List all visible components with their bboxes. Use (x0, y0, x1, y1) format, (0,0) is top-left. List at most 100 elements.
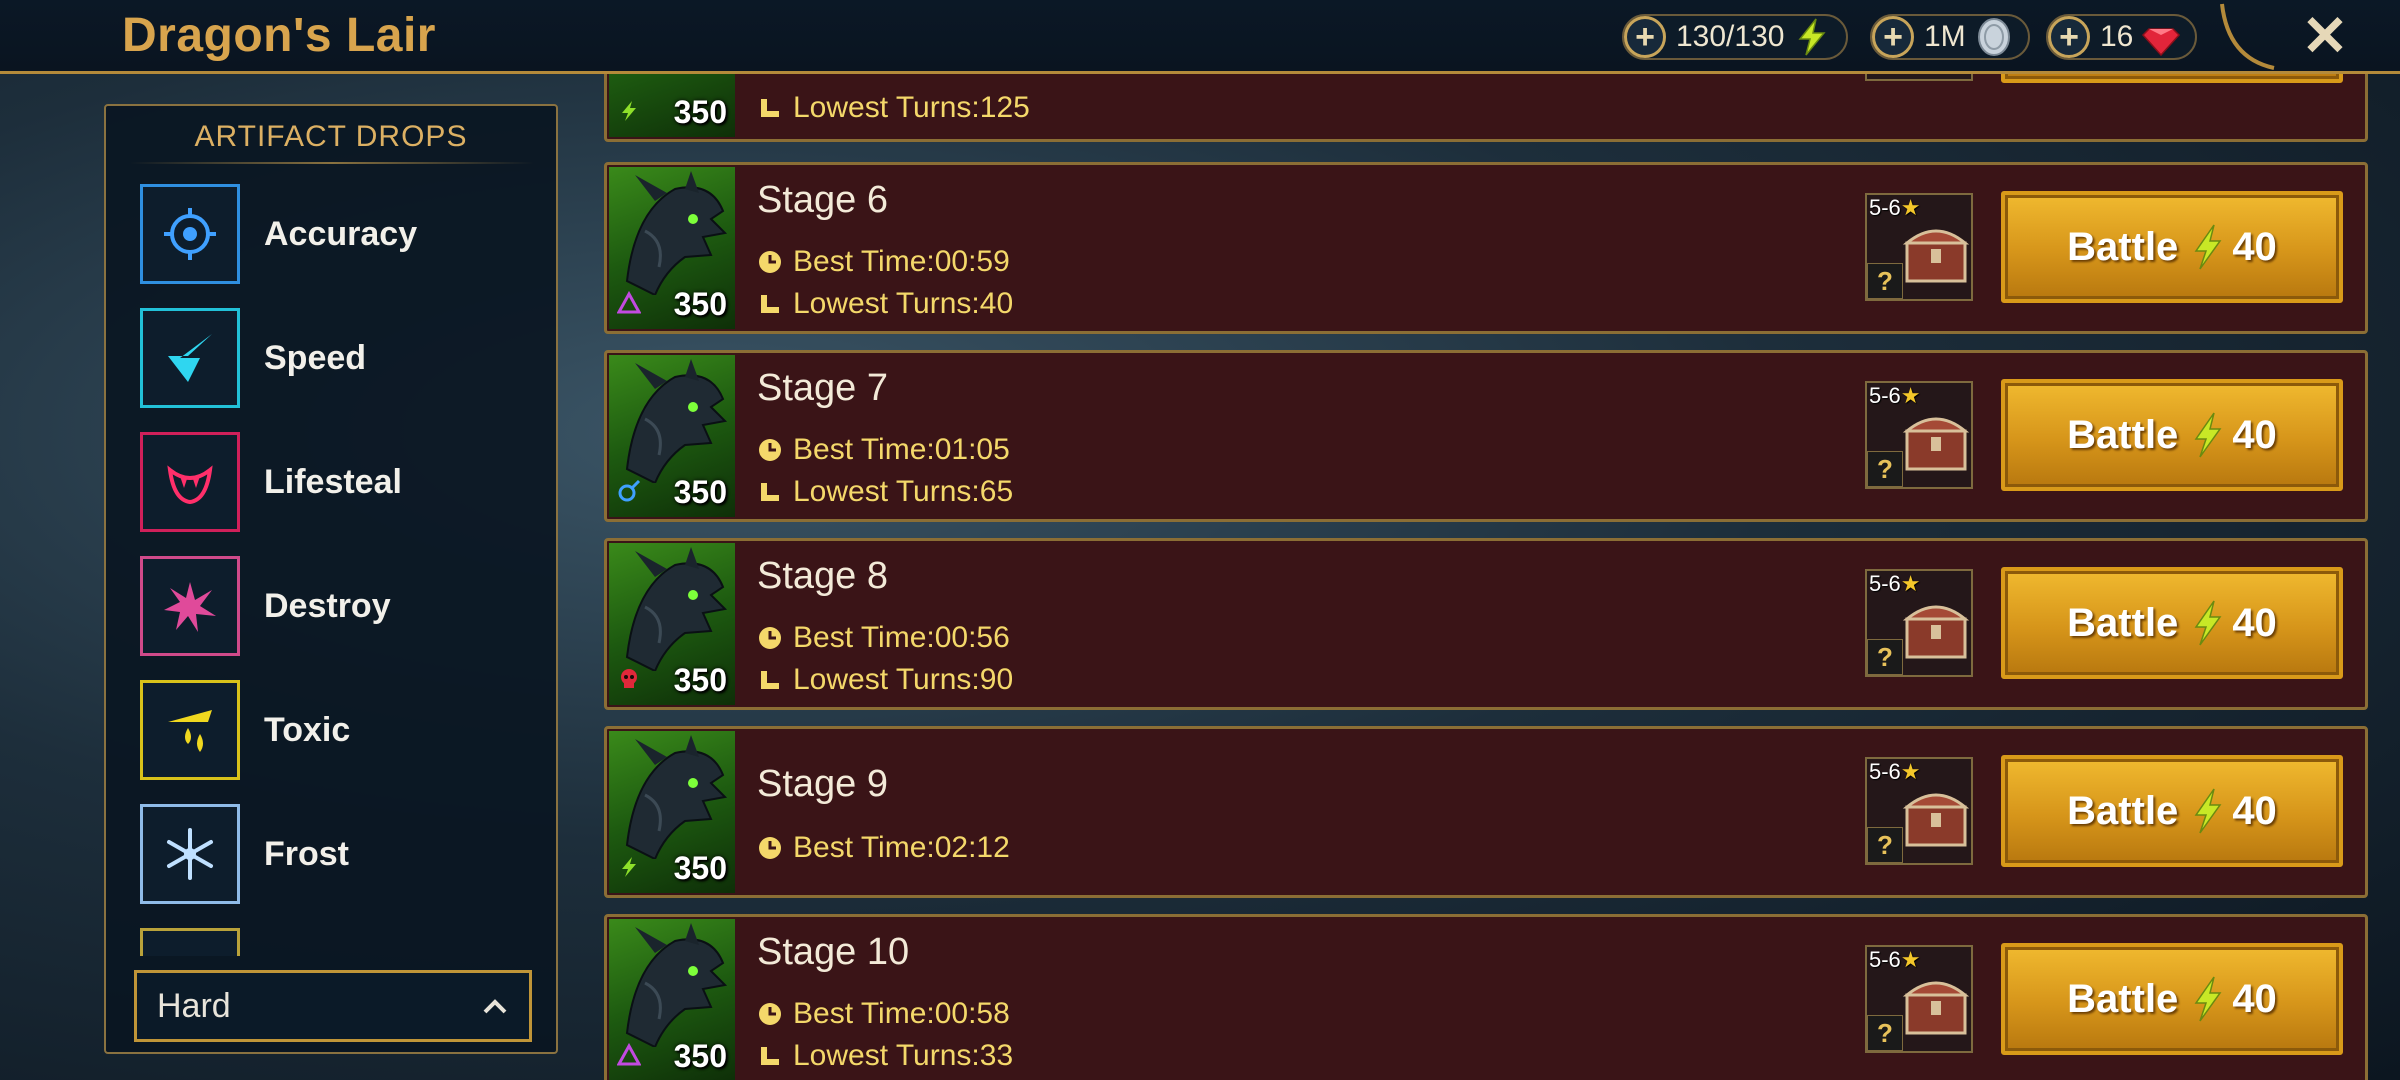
reward-chest[interactable]: ? (1865, 74, 1973, 81)
chevron-up-icon (483, 999, 507, 1014)
silver-value: 1M (1924, 20, 1966, 53)
battle-button[interactable] (2001, 74, 2343, 83)
artifact-set-accuracy[interactable]: Accuracy (140, 184, 520, 284)
frost-icon (140, 804, 240, 904)
stage-row-10: 350 Stage 10 Best Time: 00:58 Lowest Tur… (604, 914, 2368, 1080)
artifact-set-speed[interactable]: Speed (140, 308, 520, 408)
stage-row-8: 350 Stage 8 Best Time: 00:56 Lowest Turn… (604, 538, 2368, 710)
artifact-set-toxic[interactable]: Toxic (140, 680, 520, 780)
best-time-value: 00:59 (934, 245, 1010, 278)
reward-chest[interactable]: 5-6 ★ ? (1865, 757, 1973, 865)
panel-heading: ARTIFACT DROPS (194, 120, 468, 153)
chest-question: ? (1867, 1015, 1903, 1051)
lowest-turns: Lowest Turns: 65 (757, 475, 1013, 509)
gems-counter: + 16 (2046, 14, 2198, 60)
artifact-set-partial (140, 928, 240, 956)
battle-button[interactable]: Battle 40 (2001, 943, 2343, 1055)
add-gems-button[interactable]: + (2048, 16, 2090, 58)
reward-chest[interactable]: 5-6 ★ ? (1865, 193, 1973, 301)
chest-icon (1902, 981, 1970, 1035)
best-time-value: 00:58 (934, 997, 1010, 1030)
lifesteal-icon (140, 432, 240, 532)
lowest-turns-label: Lowest Turns: (793, 663, 980, 696)
reward-chest[interactable]: 5-6 ★ ? (1865, 569, 1973, 677)
heading-divider (130, 162, 534, 164)
battle-label: Battle (2067, 976, 2179, 1021)
battle-button[interactable]: Battle 40 (2001, 567, 2343, 679)
lowest-turns: Lowest Turns: 125 (757, 91, 1030, 125)
reward-chest[interactable]: 5-6 ★ ? (1865, 381, 1973, 489)
best-time-value: 00:56 (934, 621, 1010, 654)
force-affinity-icon (622, 857, 636, 877)
dragon-portrait-icon (625, 171, 728, 295)
clock-icon (759, 251, 781, 273)
boss-power: 350 (673, 850, 727, 886)
battle-label: Battle (2067, 788, 2179, 833)
artifact-set-frost[interactable]: Frost (140, 804, 520, 904)
stage-row-9: 350 Stage 9 Best Time: 02:12 5-6 ★ ? Batt… (604, 726, 2368, 898)
silver-coin-icon (1977, 18, 2010, 56)
clock-icon (759, 1003, 781, 1025)
battle-button[interactable]: Battle 40 (2001, 191, 2343, 303)
stage-title: Stage 7 (757, 367, 888, 409)
turns-icon (761, 99, 779, 117)
energy-icon (2194, 976, 2222, 1022)
magic-affinity-icon (617, 291, 641, 314)
best-time: Best Time: 00:59 (757, 245, 1010, 279)
lowest-turns-value: 65 (979, 475, 1014, 508)
page-title: Dragon's Lair (122, 9, 436, 62)
boss-portrait: 350 (609, 355, 735, 517)
lowest-turns: Lowest Turns: 40 (757, 287, 1013, 321)
energy-icon (1798, 18, 1827, 56)
add-silver-button[interactable]: + (1872, 16, 1914, 58)
dragon-portrait-icon (625, 923, 728, 1047)
stage-list[interactable]: 350 Lowest Turns: 125 ? 3 (604, 74, 2368, 1080)
battle-cost: 40 (2232, 224, 2277, 269)
gems-value: 16 (2100, 20, 2134, 53)
boss-power: 350 (673, 474, 727, 510)
battle-cost: 40 (2232, 788, 2277, 833)
chest-icon (1902, 417, 1970, 471)
stage-row-7: 350 Stage 7 Best Time: 01:05 Lowest Turn… (604, 350, 2368, 522)
artifact-set-lifesteal[interactable]: Lifesteal (140, 432, 520, 532)
top-bar: Dragon's Lair + 130/130 + 1M + 16 ✕ (0, 0, 2400, 74)
artifact-set-label: Lifesteal (264, 462, 402, 501)
battle-button[interactable]: Battle 40 (2001, 379, 2343, 491)
boss-portrait: 350 (609, 74, 735, 137)
speed-icon (140, 308, 240, 408)
artifact-drops-panel: ARTIFACT DROPS Accuracy Speed Lifesteal … (104, 104, 558, 1054)
difficulty-select[interactable]: Hard (134, 970, 532, 1042)
battle-button[interactable]: Battle 40 (2001, 755, 2343, 867)
stage-title: Stage 9 (757, 763, 888, 805)
battle-label: Battle (2067, 224, 2179, 269)
battle-label: Battle (2067, 600, 2179, 645)
clock-icon (759, 439, 781, 461)
chest-question: ? (1867, 827, 1903, 863)
close-button[interactable]: ✕ (2298, 6, 2352, 66)
best-time-label: Best Time: (793, 433, 935, 466)
lowest-turns-label: Lowest Turns: (793, 91, 980, 124)
chest-question: ? (1867, 639, 1903, 675)
battle-cost: 40 (2232, 600, 2277, 645)
energy-icon (2194, 600, 2222, 646)
energy-icon (2194, 788, 2222, 834)
best-time: Best Time: 01:05 (757, 433, 1010, 467)
clock-icon (759, 837, 781, 859)
best-time: Best Time: 02:12 (757, 831, 1010, 865)
boss-portrait: 350 (609, 167, 735, 329)
reward-chest[interactable]: 5-6 ★ ? (1865, 945, 1973, 1053)
turns-icon (761, 483, 779, 501)
chest-question: ? (1867, 263, 1903, 299)
clock-icon (759, 627, 781, 649)
lowest-turns-label: Lowest Turns: (793, 287, 980, 320)
stage-title: Stage 10 (757, 931, 910, 973)
artifact-set-destroy[interactable]: Destroy (140, 556, 520, 656)
boss-power: 350 (673, 662, 727, 698)
best-time-label: Best Time: (793, 245, 935, 278)
boss-portrait: 350 (609, 543, 735, 705)
turns-icon (761, 295, 779, 313)
accuracy-icon (140, 184, 240, 284)
artifact-set-label: Toxic (264, 710, 351, 749)
add-energy-button[interactable]: + (1624, 16, 1666, 58)
battle-label: Battle (2067, 412, 2179, 457)
